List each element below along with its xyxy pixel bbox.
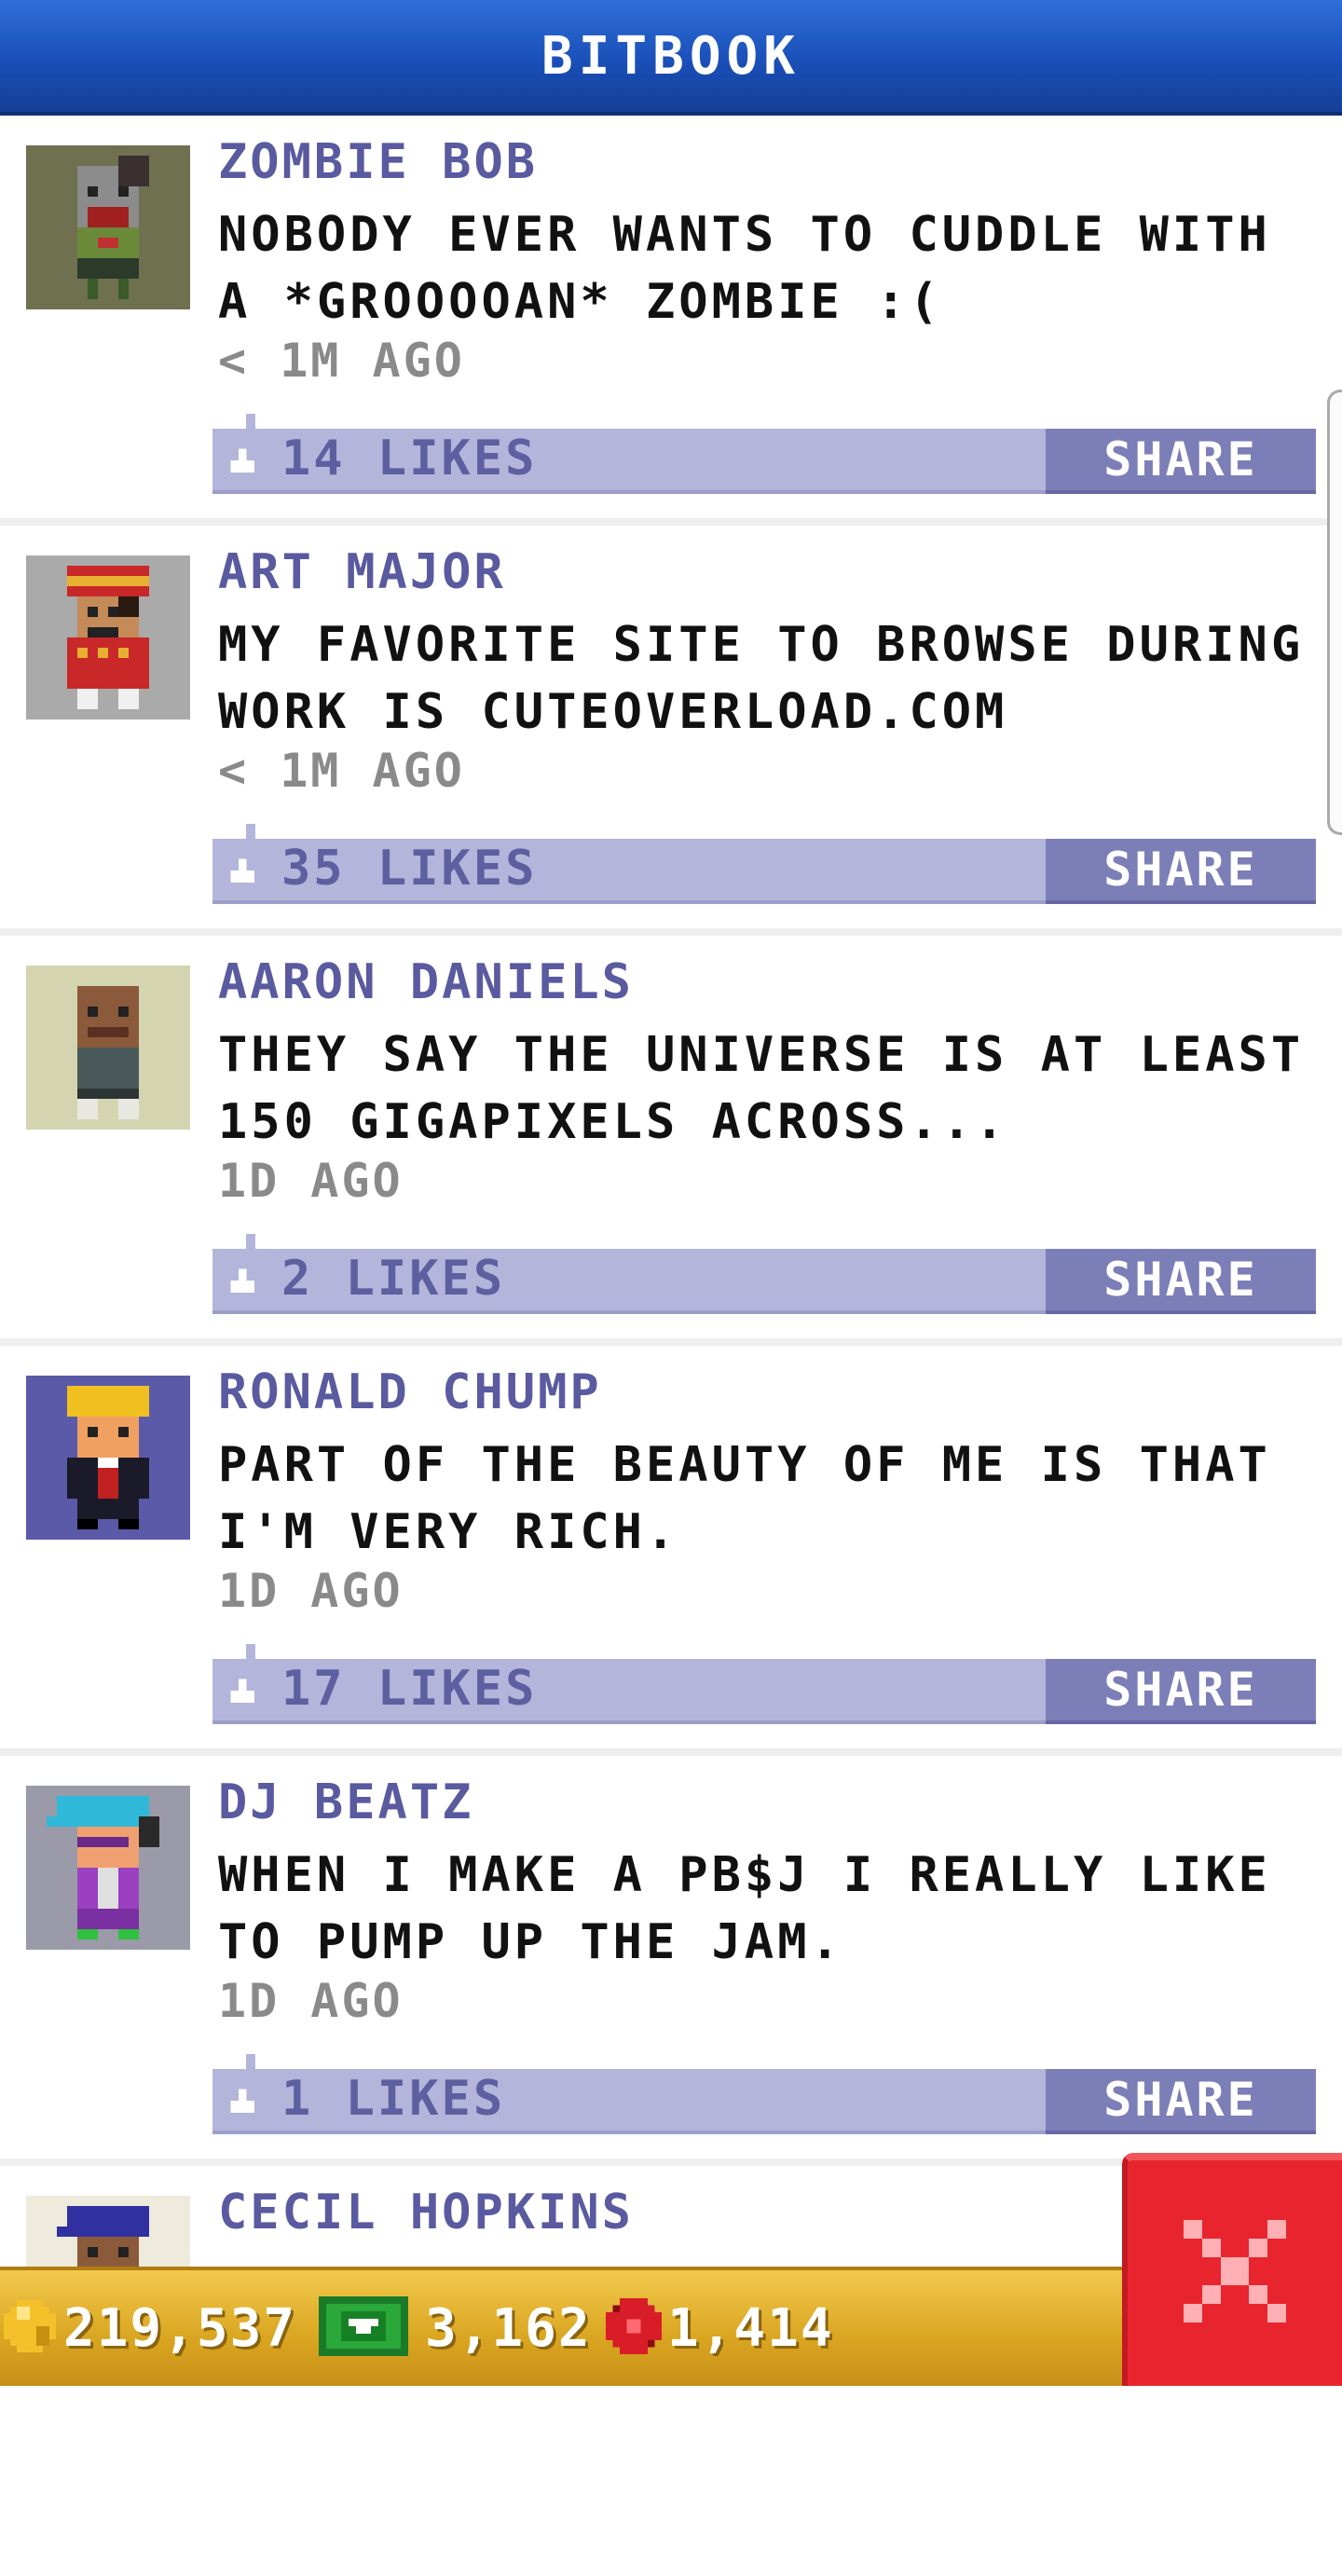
post-message: WHEN I MAKE A PB$J I REALLY LIKE TO PUMP… [218, 1847, 1271, 1970]
post-card: ZOMBIE BOB NOBODY EVER WANTS TO CUDDLE W… [0, 116, 1342, 526]
share-button[interactable]: SHARE [1046, 2069, 1316, 2134]
like-bar: 35 LIKES SHARE [212, 824, 1316, 904]
post-time: < 1M AGO [218, 334, 465, 388]
like-bar: 1 LIKES SHARE [212, 2054, 1316, 2134]
post-author[interactable]: DJ BEATZ [218, 1774, 473, 1830]
post-author[interactable]: RONALD CHUMP [218, 1364, 602, 1420]
thumbs-up-icon[interactable] [224, 852, 261, 889]
share-button[interactable]: SHARE [1046, 1659, 1316, 1724]
post-card: DJ BEATZ WHEN I MAKE A PB$J I REALLY LIK… [0, 1756, 1342, 2166]
avatar [26, 1376, 190, 1540]
share-button[interactable]: SHARE [1046, 429, 1316, 494]
thumbs-up-icon[interactable] [224, 442, 261, 479]
share-button[interactable]: SHARE [1046, 1249, 1316, 1314]
likes-count: 17 LIKES [281, 1661, 538, 1717]
token-icon [606, 2298, 662, 2358]
close-icon [1184, 2220, 1286, 2326]
post-message: MY FAVORITE SITE TO BROWSE DURING WORK I… [218, 617, 1305, 740]
post-card: ART MAJOR MY FAVORITE SITE TO BROWSE DUR… [0, 526, 1342, 936]
close-button[interactable] [1122, 2153, 1342, 2386]
post-time: 1D AGO [218, 1974, 404, 2028]
thumbs-up-icon[interactable] [224, 2082, 261, 2119]
bux-value: 3,162 [425, 2297, 592, 2359]
avatar [26, 1786, 190, 1950]
likes-count: 1 LIKES [281, 2071, 506, 2127]
like-bar: 14 LIKES SHARE [212, 414, 1316, 494]
coin-icon [4, 2300, 56, 2356]
tokens-value: 1,414 [667, 2297, 834, 2359]
post-author[interactable]: CECIL HOPKINS [218, 2185, 634, 2240]
post-author[interactable]: ZOMBIE BOB [218, 134, 538, 190]
avatar [26, 966, 190, 1130]
post-message: NOBODY EVER WANTS TO CUDDLE WITH A *GROO… [218, 207, 1271, 330]
app-header: BITBOOK [0, 0, 1342, 116]
bux-display: 3,162 [317, 2295, 592, 2362]
post-card: AARON DANIELS THEY SAY THE UNIVERSE IS A… [0, 936, 1342, 1346]
post-author[interactable]: ART MAJOR [218, 544, 506, 600]
post-message: PART OF THE BEAUTY OF ME IS THAT I'M VER… [218, 1437, 1271, 1560]
likes-count: 35 LIKES [281, 841, 538, 897]
likes-count: 2 LIKES [281, 1251, 506, 1307]
scrollbar-handle[interactable] [1327, 390, 1342, 835]
page-title: BITBOOK [541, 25, 801, 87]
like-bar: 2 LIKES SHARE [212, 1234, 1316, 1314]
bux-icon [317, 2296, 410, 2360]
avatar [26, 555, 190, 719]
post-author[interactable]: AARON DANIELS [218, 954, 634, 1010]
avatar [26, 145, 190, 309]
post-time: < 1M AGO [218, 744, 465, 798]
post-time: 1D AGO [218, 1564, 404, 1618]
post-card: RONALD CHUMP PART OF THE BEAUTY OF ME IS… [0, 1346, 1342, 1756]
likes-count: 14 LIKES [281, 431, 538, 486]
thumbs-up-icon[interactable] [224, 1262, 261, 1299]
like-bar: 17 LIKES SHARE [212, 1644, 1316, 1724]
coins-value: 219,537 [63, 2297, 297, 2359]
post-message: THEY SAY THE UNIVERSE IS AT LEAST 150 GI… [218, 1027, 1305, 1150]
tokens-display: 1,414 [606, 2295, 834, 2362]
coins-display: 219,537 [4, 2295, 296, 2362]
thumbs-up-icon[interactable] [224, 1672, 261, 1709]
post-time: 1D AGO [218, 1154, 404, 1208]
share-button[interactable]: SHARE [1046, 839, 1316, 904]
